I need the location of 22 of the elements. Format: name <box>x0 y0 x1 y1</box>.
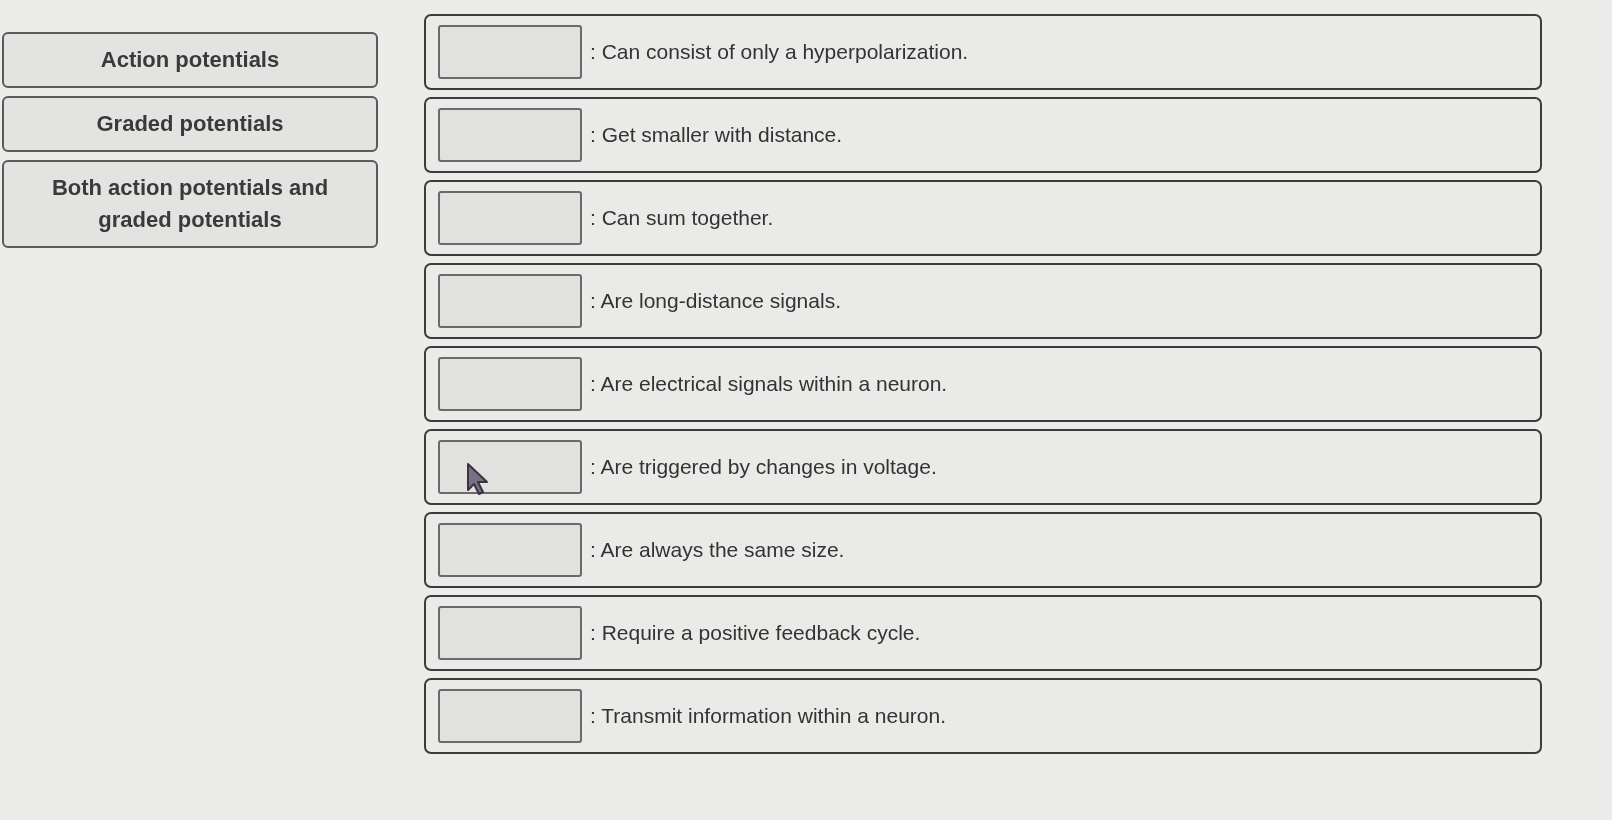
drop-target-field[interactable] <box>438 191 582 245</box>
drop-target-field[interactable] <box>438 523 582 577</box>
statement-text: : Can sum together. <box>590 205 774 232</box>
drop-target-field[interactable] <box>438 440 582 494</box>
answer-tile[interactable]: Graded potentials <box>2 95 378 152</box>
statement-text: : Are long-distance signals. <box>590 288 841 315</box>
statement-text: : Are always the same size. <box>590 537 845 564</box>
drop-target-field[interactable] <box>438 274 582 328</box>
statement-text: : Are electrical signals within a neuron. <box>590 371 948 398</box>
drop-target-field[interactable] <box>438 606 582 660</box>
statement-text: : Transmit information within a neuron. <box>590 703 946 730</box>
statement-text: : Are triggered by changes in voltage. <box>590 454 937 481</box>
statement-text: : Get smaller with distance. <box>590 122 843 149</box>
statement-text: : Can consist of only a hyperpolarization. <box>590 39 969 66</box>
statement-text: : Require a positive feedback cycle. <box>590 620 921 647</box>
drop-target-field[interactable] <box>438 689 582 743</box>
drop-target-field[interactable] <box>438 108 582 162</box>
mouse-pointer-icon <box>466 462 490 496</box>
drop-target-field[interactable] <box>438 357 582 411</box>
answer-tile[interactable]: Action potentials <box>2 32 378 88</box>
drop-target-field[interactable] <box>438 25 582 79</box>
answer-tile[interactable]: Both action potentials and graded potentials <box>2 159 378 248</box>
